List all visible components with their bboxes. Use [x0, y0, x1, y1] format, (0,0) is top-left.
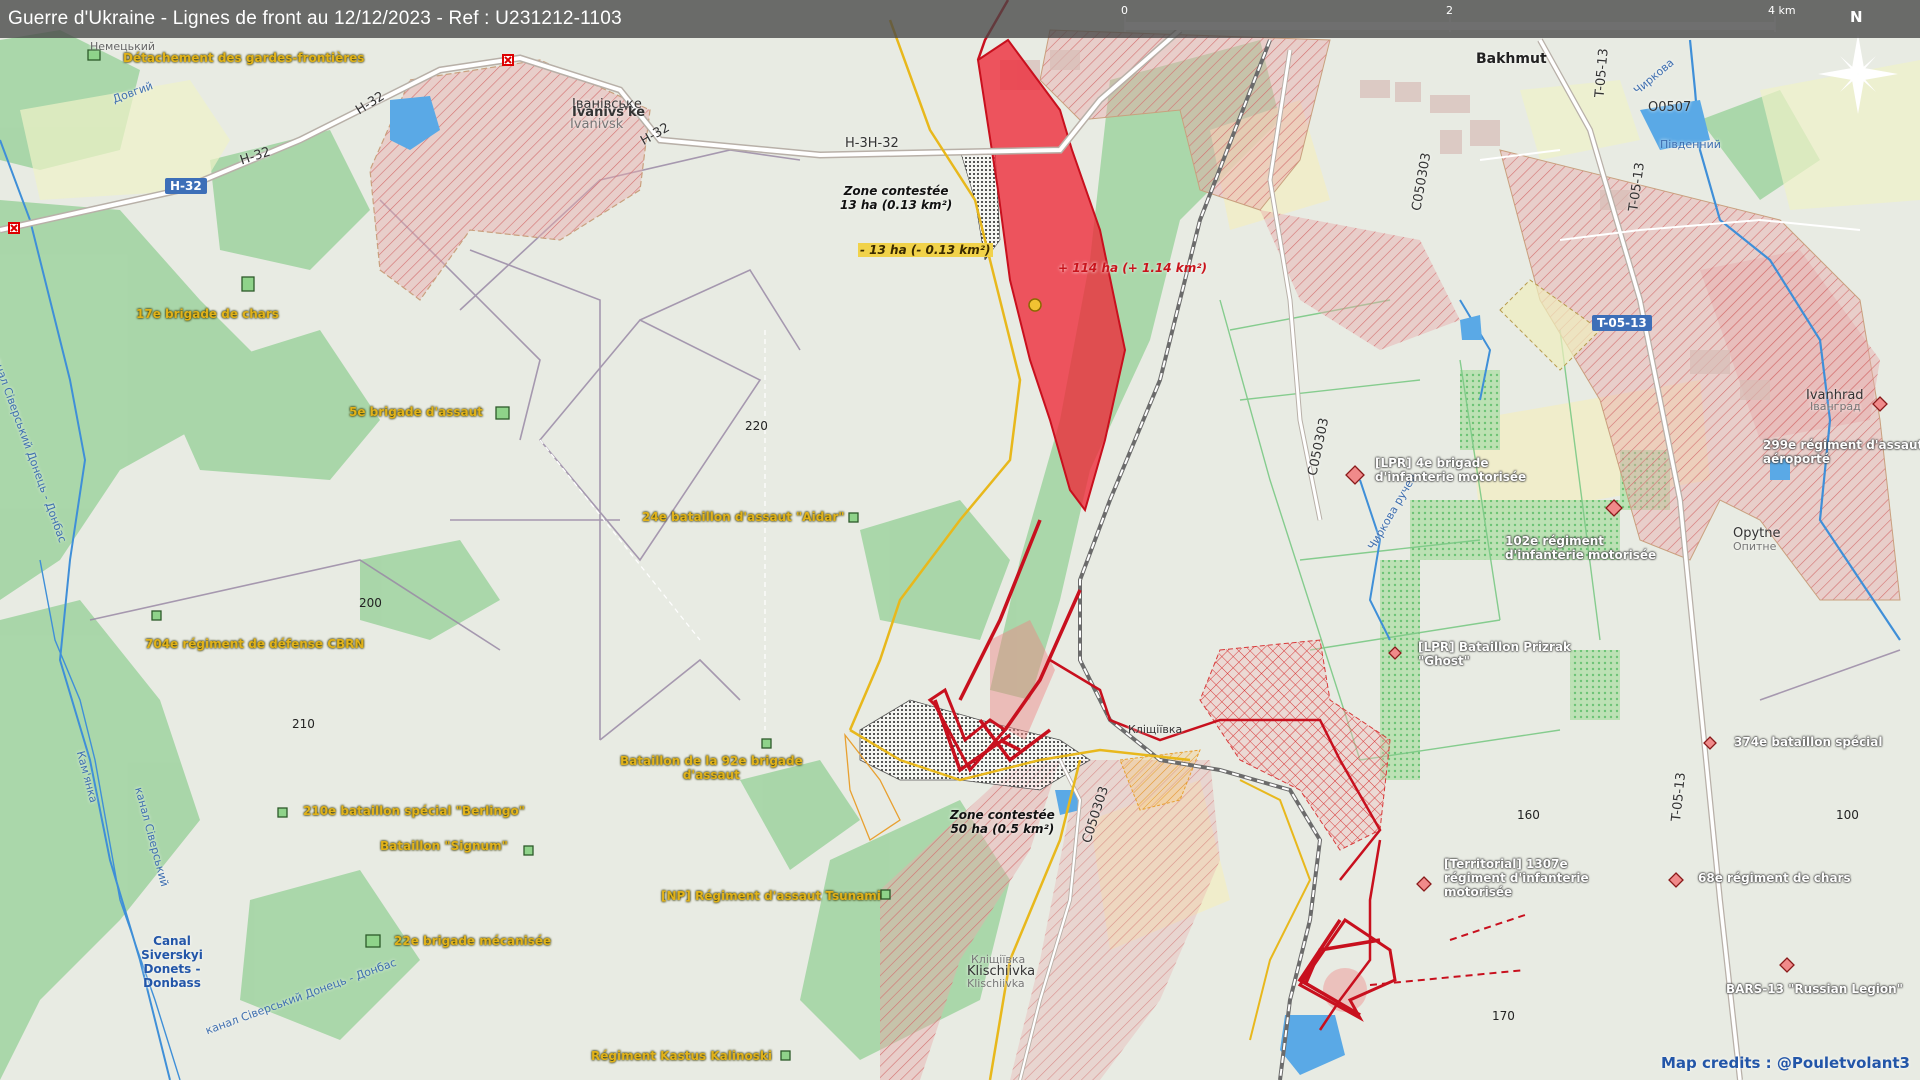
ua-unit-704th-cbrn: 704e régiment de défense CBRN [145, 637, 365, 651]
ru-unit-102nd: 102e régiment d'infanterie motorisée [1505, 534, 1657, 562]
north-label: N [1850, 8, 1863, 26]
loss-label: - 13 ha (- 0.13 km²) [858, 243, 993, 257]
road-shield-h32: H-32 [165, 178, 207, 194]
elevation-220: 220 [745, 419, 768, 433]
place-bakhmut: Bakhmut [1476, 51, 1547, 67]
zone-contested-top: Zone contestée 13 ha (0.13 km²) [840, 184, 953, 212]
elevation-160: 160 [1517, 808, 1540, 822]
place-ivanivske-b: Ivanivsk [570, 117, 624, 132]
map-credit: Map credits : @Pouletvolant3 [1661, 1054, 1910, 1072]
place-klischiivka-b: Klischiivka [967, 977, 1025, 990]
elevation-170: 170 [1492, 1009, 1515, 1023]
ua-unit-berlingo: 210e bataillon spécial "Berlingo" [303, 804, 525, 818]
zone-contested-bottom: Zone contestée 50 ha (0.5 km²) [950, 808, 1055, 836]
road-label-o0507: O0507 [1648, 100, 1692, 115]
ua-unit-border-guard: Détachement des gardes-frontières [123, 51, 365, 65]
place-pivdennyi: Південний [1660, 138, 1721, 151]
ua-unit-tsunami: [NP] Régiment d'assaut Tsunami [661, 889, 881, 903]
ua-unit-92nd-battalion: Bataillon de la 92e brigade d'assaut [620, 754, 803, 782]
place-klischiivka-mid: Кліщіївка [1128, 723, 1183, 736]
ru-unit-prizrak: [LPR] Bataillon Prizrak "Ghost" [1418, 640, 1572, 668]
position-marker[interactable] [1028, 298, 1042, 312]
place-opytne: Opytne [1733, 526, 1781, 541]
elevation-210: 210 [292, 717, 315, 731]
scale-label-0: 0 [1121, 4, 1128, 17]
elevation-100: 100 [1836, 808, 1859, 822]
scale-label-2: 2 [1446, 4, 1453, 17]
ua-unit-signum: Bataillon "Signum" [380, 839, 508, 853]
road-label-h3h32: H-3H-32 [845, 136, 899, 151]
ru-unit-lpr-4th: [LPR] 4e brigade d'infanterie motorisée [1375, 456, 1527, 484]
ru-unit-bars13: BARS-13 "Russian Legion" [1726, 982, 1903, 996]
map-title: Guerre d'Ukraine - Lignes de front au 12… [8, 8, 622, 29]
scale-label-4: 4 km [1768, 4, 1796, 17]
ru-unit-68th: 68e régiment de chars [1698, 871, 1851, 885]
gain-label: + 114 ha (+ 1.14 km²) [1058, 261, 1208, 275]
ru-unit-1307th: [Territorial] 1307e régiment d'infanteri… [1444, 857, 1589, 899]
ua-unit-5th-assault: 5e brigade d'assaut [349, 405, 483, 419]
ua-unit-kalinoski: Régiment Kastus Kalinoski [591, 1049, 772, 1063]
ua-unit-22nd-mech: 22e brigade mécanisée [394, 934, 552, 948]
place-canal: Canal Siverskyi Donets - Donbass [141, 934, 203, 990]
place-ivanhrad-ua: Іванград [1810, 400, 1861, 413]
ua-unit-aidar: 24e bataillon d'assaut "Aidar" [642, 510, 845, 524]
ru-unit-374th: 374e bataillon spécial [1734, 735, 1883, 749]
road-shield-t0513: T-05-13 [1592, 315, 1652, 331]
ru-unit-299th: 299e régiment d'assaut aéroporté [1763, 438, 1920, 466]
ua-unit-17th-tank: 17e brigade de chars [136, 307, 279, 321]
elevation-200: 200 [359, 596, 382, 610]
place-opytne-ua: Опитне [1733, 540, 1777, 553]
